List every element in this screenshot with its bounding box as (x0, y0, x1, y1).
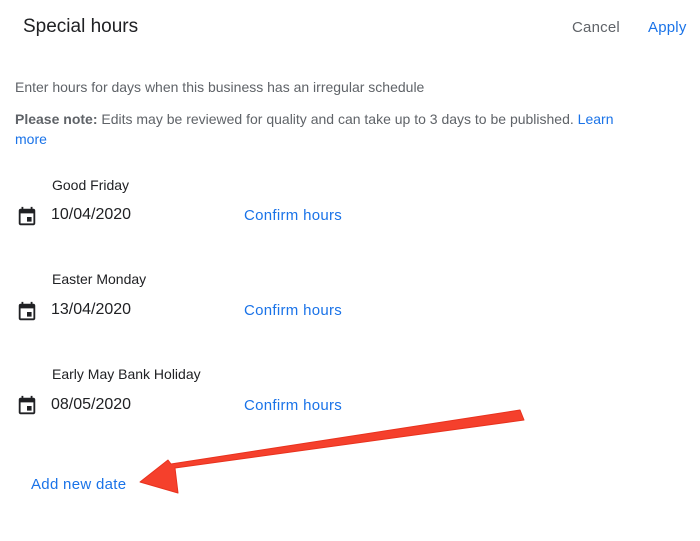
annotation-arrow-shape (139, 409, 525, 494)
note-body: Edits may be reviewed for quality and ca… (97, 111, 578, 127)
add-new-date-button[interactable]: Add new date (31, 475, 126, 495)
dialog-title: Special hours (23, 16, 139, 37)
calendar-icon[interactable] (16, 395, 38, 417)
calendar-icon[interactable] (16, 301, 38, 323)
entry-date[interactable]: 10/04/2020 (51, 205, 131, 225)
cancel-button[interactable]: Cancel (572, 18, 620, 38)
apply-button[interactable]: Apply (648, 18, 687, 38)
entry-name: Early May Bank Holiday (52, 366, 201, 382)
entry-date[interactable]: 08/05/2020 (51, 395, 131, 415)
confirm-hours-button[interactable]: Confirm hours (244, 301, 342, 321)
confirm-hours-button[interactable]: Confirm hours (244, 206, 342, 226)
intro-text: Enter hours for days when this business … (15, 79, 425, 95)
calendar-icon[interactable] (16, 206, 38, 228)
confirm-hours-button[interactable]: Confirm hours (244, 396, 342, 416)
note-label: Please note: (15, 111, 98, 127)
entry-date[interactable]: 13/04/2020 (51, 300, 131, 320)
entry-name: Easter Monday (52, 271, 147, 287)
entry-name: Good Friday (52, 177, 130, 193)
note-text: Please note: Edits may be reviewed for q… (15, 109, 615, 149)
